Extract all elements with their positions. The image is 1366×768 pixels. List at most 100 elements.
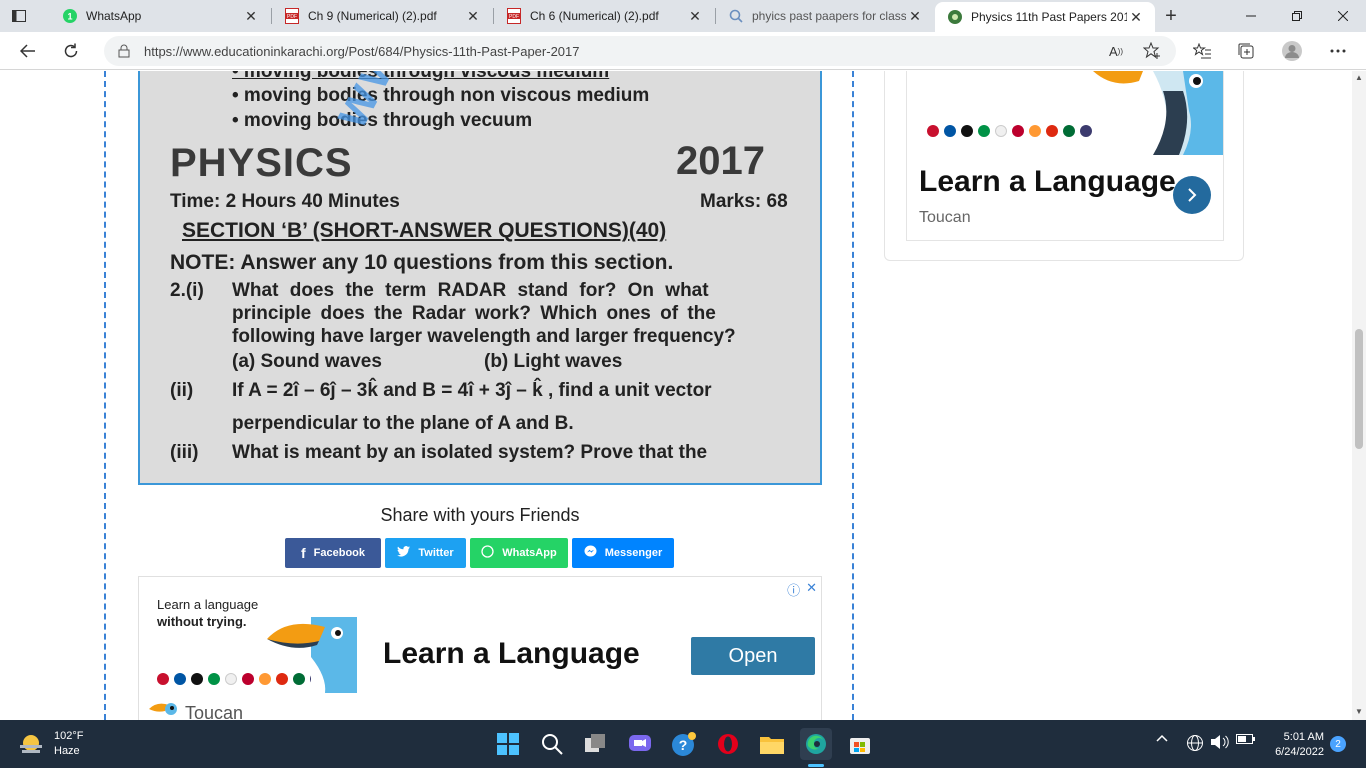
site-icon (947, 9, 963, 25)
page-content: • moving bodies through viscous medium •… (0, 71, 1352, 720)
question-text: What does the term RADAR stand for? On w… (232, 280, 709, 301)
toucan-illustration (1093, 71, 1223, 155)
close-icon[interactable]: ✕ (464, 7, 482, 25)
help-icon[interactable]: ? (668, 728, 700, 760)
tab-title: Ch 9 (Numerical) (2).pdf (308, 9, 437, 23)
svg-text:1: 1 (67, 12, 72, 22)
chat-icon[interactable] (624, 728, 656, 760)
ad-banner-bottom[interactable]: ⓘ ✕ Learn a language without trying. Lea… (138, 576, 822, 720)
close-icon[interactable]: ✕ (686, 7, 704, 25)
taskbar: 102°F Haze ? 5:01 AM 6/24/2022 2 (0, 720, 1366, 768)
restore-button[interactable] (1274, 0, 1320, 32)
ad-controls[interactable]: ⓘ ✕ (787, 580, 817, 599)
question-text: following have larger wavelength and lar… (232, 326, 736, 347)
network-icon[interactable] (1186, 734, 1204, 752)
svg-text:PDF: PDF (509, 14, 519, 20)
question-text: What is meant by an isolated system? Pro… (232, 442, 708, 463)
chevron-right-icon[interactable] (1173, 176, 1211, 214)
minimize-button[interactable] (1228, 0, 1274, 32)
battery-icon[interactable] (1236, 734, 1256, 744)
edge-icon[interactable] (800, 728, 832, 760)
profile-avatar[interactable] (1278, 37, 1306, 65)
weather-condition: Haze (54, 745, 80, 757)
paper-time: Time: 2 Hours 40 Minutes (170, 191, 400, 212)
column-border-right (852, 71, 854, 720)
paper-bullet: • moving bodies through non viscous medi… (232, 85, 650, 106)
ad-tagline: Learn a language (157, 597, 259, 612)
tab-pdf-ch6[interactable]: PDF Ch 6 (Numerical) (2).pdf ✕ (494, 2, 714, 30)
ad-info-icon[interactable]: ⓘ (787, 580, 800, 599)
clock-date: 6/24/2022 (1275, 746, 1324, 758)
question-number: 2.(i) (170, 280, 204, 301)
weather-widget[interactable]: 102°F Haze (18, 729, 83, 759)
scroll-thumb[interactable] (1355, 329, 1363, 449)
toucan-illustration (267, 617, 357, 693)
tab-title: WhatsApp (86, 9, 142, 23)
paper-section: SECTION ‘B’ (SHORT-ANSWER QUESTIONS)(40) (182, 219, 667, 242)
back-button[interactable] (14, 37, 42, 65)
ad-banner-side[interactable]: Learn a Language Toucan (906, 71, 1224, 241)
system-clock[interactable]: 5:01 AM 6/24/2022 (1262, 730, 1324, 760)
ad-open-button[interactable]: Open (691, 637, 815, 675)
ad-tagline-bold: without trying. (157, 614, 247, 629)
vertical-scrollbar[interactable]: ▲ ▼ (1352, 71, 1366, 720)
file-explorer-icon[interactable] (756, 728, 788, 760)
question-number: (iii) (170, 442, 199, 463)
column-border-left (104, 71, 106, 720)
exam-paper-image: • moving bodies through viscous medium •… (138, 71, 822, 485)
lock-icon (118, 44, 132, 58)
new-tab-button[interactable]: + (1160, 5, 1182, 27)
scroll-down-arrow[interactable]: ▼ (1354, 707, 1364, 716)
whatsapp-icon (481, 545, 494, 561)
paper-bullet: • moving bodies through viscous medium (232, 71, 610, 82)
share-whatsapp-button[interactable]: WhatsApp (470, 538, 568, 568)
tab-whatsapp[interactable]: 1 WhatsApp ✕ (50, 2, 270, 30)
collections-icon[interactable] (1232, 37, 1260, 65)
add-favorite-icon[interactable] (1138, 37, 1166, 65)
close-icon[interactable]: ✕ (906, 7, 924, 25)
paper-marks: Marks: 68 (700, 191, 788, 212)
start-icon[interactable] (492, 728, 524, 760)
clock-time: 5:01 AM (1283, 731, 1324, 743)
share-facebook-button[interactable]: f Facebook (285, 538, 381, 568)
url-field[interactable]: https://www.educationinkarachi.org/Post/… (104, 36, 1176, 66)
ad-headline: Learn a Language (383, 637, 640, 670)
question-option: (b) Light waves (484, 351, 623, 372)
tab-pdf-ch9[interactable]: PDF Ch 9 (Numerical) (2).pdf ✕ (272, 2, 492, 30)
share-messenger-button[interactable]: Messenger (572, 538, 674, 568)
question-number: (ii) (170, 380, 194, 401)
task-view-icon[interactable] (580, 728, 612, 760)
close-window-button[interactable] (1320, 0, 1366, 32)
pdf-icon: PDF (284, 8, 300, 24)
close-icon[interactable]: ✕ (1127, 8, 1145, 26)
facebook-icon: f (300, 545, 306, 561)
svg-text:PDF: PDF (287, 14, 297, 20)
ad-close-icon[interactable]: ✕ (806, 580, 817, 599)
refresh-button[interactable] (57, 37, 85, 65)
favorites-icon[interactable] (1188, 37, 1216, 65)
notification-badge[interactable]: 2 (1330, 736, 1346, 752)
ad-headline: Learn a Language (919, 165, 1176, 198)
share-title: Share with yours Friends (380, 505, 580, 525)
opera-icon[interactable] (712, 728, 744, 760)
store-icon[interactable] (844, 728, 876, 760)
question-text: perpendicular to the plane of A and B. (232, 413, 574, 434)
more-menu-icon[interactable] (1324, 37, 1352, 65)
search-icon[interactable] (536, 728, 568, 760)
svg-text:?: ? (679, 737, 688, 753)
scroll-up-arrow[interactable]: ▲ (1354, 73, 1364, 82)
tab-physics-active[interactable]: Physics 11th Past Papers 2017 ✕ (935, 2, 1155, 32)
close-icon[interactable]: ✕ (242, 7, 260, 25)
tab-actions-icon[interactable] (8, 6, 30, 26)
messenger-icon (584, 545, 597, 561)
show-hidden-icons[interactable] (1156, 734, 1168, 742)
read-aloud-icon[interactable]: A)) (1102, 37, 1130, 65)
twitter-icon (397, 546, 411, 560)
ad-brand: Toucan (185, 703, 244, 720)
volume-icon[interactable] (1210, 734, 1230, 750)
tab-search[interactable]: phyics past paapers for class ✕ (716, 2, 934, 30)
url-text: https://www.educationinkarachi.org/Post/… (144, 43, 580, 59)
active-app-indicator (808, 764, 824, 767)
share-twitter-button[interactable]: Twitter (385, 538, 466, 568)
share-button-label: Twitter (418, 547, 454, 559)
